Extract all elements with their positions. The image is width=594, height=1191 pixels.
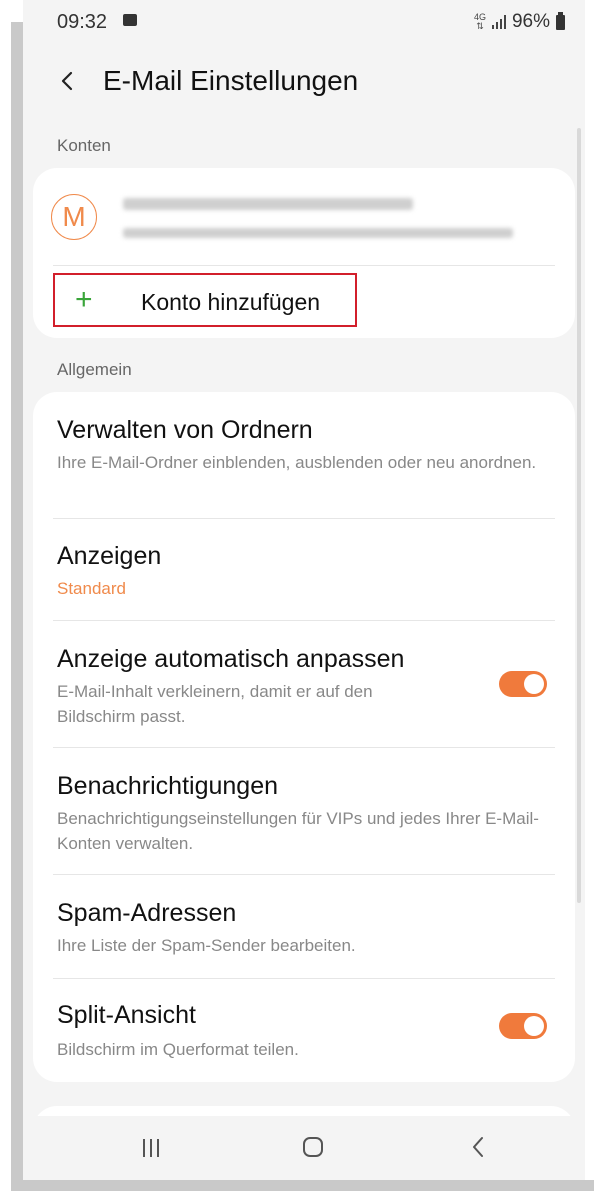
setting-split-view[interactable]: Split-Ansicht Bildschirm im Querformat t…	[33, 979, 575, 1082]
status-indicators: 4G ⇅ 96%	[474, 11, 565, 33]
toggle-knob	[524, 674, 544, 694]
general-settings-card: Verwalten von Ordnern Ihre E-Mail-Ordner…	[33, 392, 575, 1082]
add-account-label: Konto hinzufügen	[141, 289, 321, 315]
screenshot-margin	[0, 0, 11, 1191]
scrollbar[interactable]	[577, 128, 581, 903]
setting-title: Split-Ansicht	[57, 1001, 196, 1029]
add-account-button[interactable]: + Konto hinzufügen	[53, 273, 357, 327]
plus-icon: +	[75, 283, 93, 316]
system-nav-bar	[23, 1116, 585, 1180]
screenshot-border-left	[11, 22, 23, 1191]
account-email-redacted	[123, 198, 413, 210]
screenshot-border-bottom	[11, 1180, 594, 1191]
auto-fit-toggle[interactable]	[499, 671, 547, 697]
setting-description: Bildschirm im Querformat teilen.	[57, 1040, 299, 1059]
divider	[53, 265, 555, 266]
accounts-card: M + Konto hinzufügen	[33, 168, 575, 338]
setting-description: E-Mail-Inhalt verkleinern, damit er auf …	[57, 682, 373, 726]
section-label-general: Allgemein	[57, 360, 132, 379]
setting-value: Standard	[57, 579, 126, 598]
phone-screen: 09:32 4G ⇅ 96% E-Mail Einstellungen Konte…	[23, 0, 585, 1180]
recent-apps-icon[interactable]	[139, 1136, 163, 1160]
setting-title: Anzeigen	[57, 542, 162, 570]
account-sync-info-redacted	[123, 228, 513, 238]
setting-auto-fit[interactable]: Anzeige automatisch anpassen E-Mail-Inha…	[33, 621, 575, 747]
account-avatar: M	[51, 194, 97, 240]
battery-icon	[556, 11, 565, 30]
setting-title: Spam-Adressen	[57, 899, 237, 927]
battery-percent: 96%	[511, 11, 550, 32]
split-view-toggle[interactable]	[499, 1013, 547, 1039]
setting-title: Verwalten von Ordnern	[57, 416, 313, 444]
status-time: 09:32	[57, 11, 108, 33]
status-bar: 09:32 4G ⇅ 96%	[23, 0, 585, 44]
setting-description: Ihre E-Mail-Ordner einblenden, ausblende…	[57, 453, 537, 472]
account-row[interactable]: M	[33, 168, 575, 268]
section-label-accounts: Konten	[57, 136, 111, 155]
chevron-left-icon[interactable]	[57, 66, 79, 96]
toggle-knob	[524, 1016, 544, 1036]
setting-description: Ihre Liste der Spam-Sender bearbeiten.	[57, 936, 356, 955]
home-icon[interactable]	[299, 1133, 327, 1161]
setting-title: Anzeige automatisch anpassen	[57, 645, 405, 673]
signal-icon	[491, 15, 506, 29]
gallery-notification-icon	[123, 14, 137, 26]
setting-title: Benachrichtigungen	[57, 772, 278, 800]
app-header: E-Mail Einstellungen	[23, 52, 585, 108]
setting-display[interactable]: Anzeigen Standard	[33, 519, 575, 620]
page-title: E-Mail Einstellungen	[103, 65, 359, 96]
setting-manage-folders[interactable]: Verwalten von Ordnern Ihre E-Mail-Ordner…	[33, 392, 575, 518]
setting-description: Benachrichtigungseinstellungen für VIPs …	[57, 809, 539, 853]
nav-back-icon[interactable]	[465, 1133, 493, 1161]
setting-spam-addresses[interactable]: Spam-Adressen Ihre Liste der Spam-Sender…	[33, 875, 575, 978]
setting-notifications[interactable]: Benachrichtigungen Benachrichtigungseins…	[33, 748, 575, 874]
network-4g-icon: 4G ⇅	[473, 12, 486, 31]
